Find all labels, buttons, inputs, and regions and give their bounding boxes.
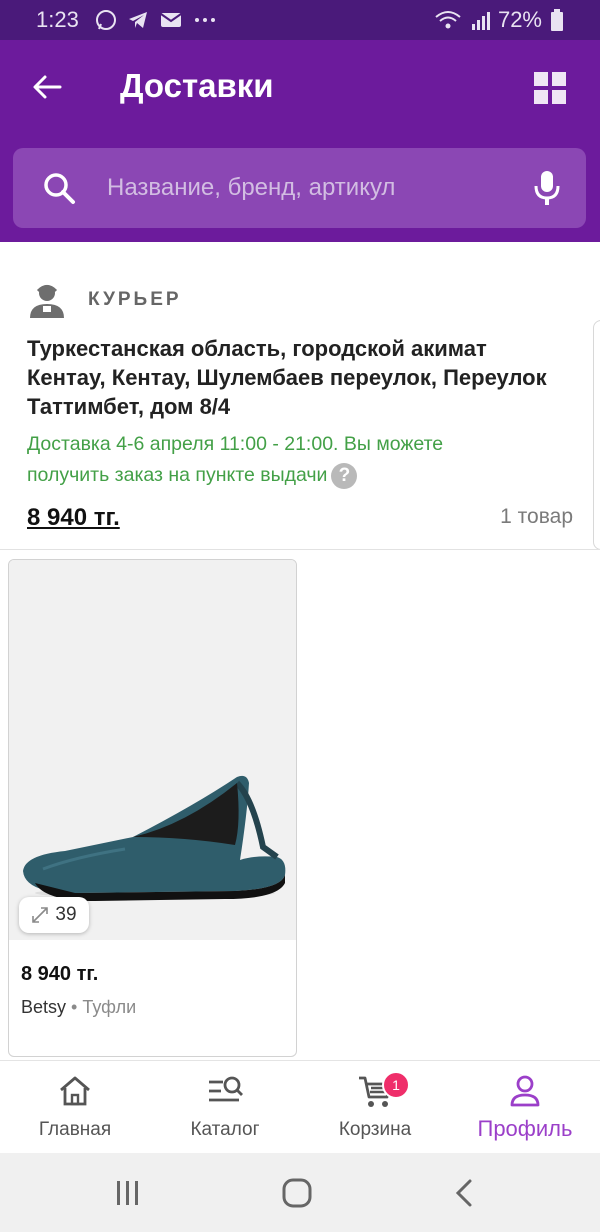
microphone-icon[interactable] [533, 170, 561, 206]
size-value: 39 [55, 904, 77, 925]
page-title: Доставки [120, 67, 274, 104]
nav-catalog[interactable]: Каталог [150, 1061, 300, 1154]
bottom-navigation: Главная Каталог 1 Корзина Профиль [0, 1060, 600, 1154]
meta-separator: • [71, 997, 78, 1017]
delivery-info-text: Доставка 4-6 апреля 11:00 - 21:00. Вы мо… [27, 433, 444, 486]
delivery-info: Доставка 4-6 апреля 11:00 - 21:00. Вы мо… [27, 429, 507, 491]
delivery-method: КУРЬЕР [88, 289, 182, 310]
help-icon[interactable]: ? [331, 462, 358, 489]
home-button-icon[interactable] [279, 1177, 315, 1209]
search-input[interactable]: Название, бренд, артикул [107, 174, 395, 202]
system-back-icon[interactable] [446, 1177, 482, 1209]
product-category: Туфли [82, 997, 137, 1017]
app-bar: Доставки Название, бренд, артикул [0, 40, 600, 242]
product-price: 8 940 тг. [21, 963, 99, 985]
expand-icon [32, 907, 49, 923]
product-card[interactable]: 39 8 940 тг. Betsy • Туфли [8, 559, 297, 1057]
search-bar[interactable]: Название, бренд, артикул [13, 148, 586, 228]
profile-icon [510, 1075, 540, 1107]
back-arrow-icon[interactable] [30, 70, 64, 104]
nav-profile-label: Профиль [477, 1116, 573, 1141]
status-bar: 1:23 72% [0, 0, 600, 40]
size-badge: 39 [19, 897, 89, 933]
nav-home[interactable]: Главная [0, 1061, 150, 1154]
delivery-card[interactable]: КУРЬЕР Туркестанская область, городской … [0, 252, 600, 550]
wifi-icon [435, 11, 461, 29]
grid-view-icon[interactable] [534, 72, 566, 104]
nav-cart[interactable]: 1 Корзина [300, 1061, 450, 1154]
nav-catalog-label: Каталог [190, 1119, 260, 1140]
product-meta: Betsy • Туфли [21, 997, 136, 1018]
items-count: 1 товар [500, 505, 573, 528]
catalog-icon [209, 1076, 243, 1102]
home-icon [60, 1076, 90, 1106]
next-delivery-card-edge[interactable] [593, 320, 600, 550]
battery-icon [551, 9, 563, 31]
cart-badge: 1 [382, 1071, 410, 1099]
search-icon [44, 173, 75, 204]
nav-profile[interactable]: Профиль [450, 1061, 600, 1154]
courier-icon [30, 285, 64, 318]
order-price[interactable]: 8 940 тг. [27, 504, 120, 532]
more-icon [195, 18, 215, 22]
status-right: 72% [434, 7, 564, 33]
shoe-image [23, 775, 286, 901]
product-brand: Betsy [21, 997, 67, 1017]
notification-icons [94, 8, 218, 32]
signal-icon [471, 12, 490, 30]
telegram-icon [129, 12, 147, 28]
mail-icon [160, 13, 182, 27]
system-navigation-bar [0, 1153, 600, 1232]
status-time: 1:23 [36, 7, 79, 32]
delivery-address: Туркестанская область, городской акимат … [27, 336, 547, 419]
product-image[interactable]: 39 [9, 560, 296, 940]
battery-percent: 72% [497, 7, 542, 32]
whatsapp-icon [96, 10, 116, 30]
nav-cart-label: Корзина [338, 1119, 412, 1140]
recent-apps-icon[interactable] [110, 1177, 146, 1209]
nav-home-label: Главная [38, 1119, 112, 1140]
